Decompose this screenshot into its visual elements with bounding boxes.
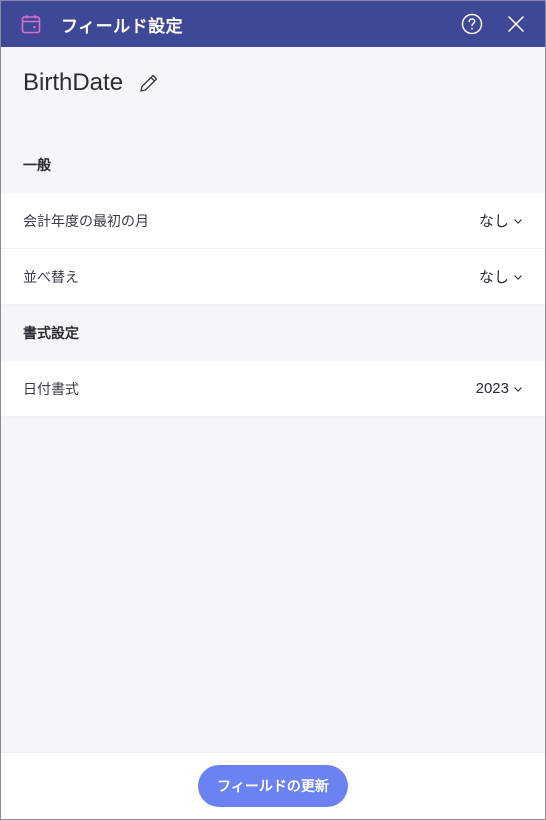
field-name: BirthDate <box>23 69 124 96</box>
row-value: 2023 <box>475 380 509 397</box>
row-label: 日付書式 <box>23 381 79 398</box>
section-format-label: 書式設定 <box>23 326 79 342</box>
close-icon[interactable] <box>501 9 531 39</box>
field-header: BirthDate <box>1 47 545 119</box>
sort-select[interactable]: なし <box>479 266 523 287</box>
update-field-button[interactable]: フィールドの更新 <box>198 765 348 807</box>
row-label: 会計年度の最初の月 <box>23 213 149 230</box>
dialog-titlebar: フィールド設定 <box>1 1 545 47</box>
pencil-icon[interactable] <box>137 71 161 95</box>
row-label: 並べ替え <box>23 269 79 286</box>
date-format-select[interactable]: 2023 <box>476 380 523 397</box>
calendar-icon <box>19 12 43 36</box>
chevron-down-icon <box>513 272 523 282</box>
dialog-title: フィールド設定 <box>61 16 184 37</box>
fiscal-year-start-month-select[interactable]: なし <box>479 210 523 231</box>
date-format-row[interactable]: 日付書式 2023 <box>1 361 545 417</box>
fiscal-year-start-month-row[interactable]: 会計年度の最初の月 なし <box>1 193 545 249</box>
field-settings-dialog: フィールド設定 BirthDate 一般 会計年度の最初の月 なし 並べ替え な… <box>0 0 546 820</box>
dialog-footer: フィールドの更新 <box>1 752 545 819</box>
chevron-down-icon <box>513 384 523 394</box>
section-general-label: 一般 <box>23 158 51 174</box>
row-value: なし <box>478 213 509 230</box>
row-value: なし <box>478 269 509 286</box>
help-circle-icon[interactable] <box>457 9 487 39</box>
sort-row[interactable]: 並べ替え なし <box>1 249 545 305</box>
chevron-down-icon <box>513 216 523 226</box>
